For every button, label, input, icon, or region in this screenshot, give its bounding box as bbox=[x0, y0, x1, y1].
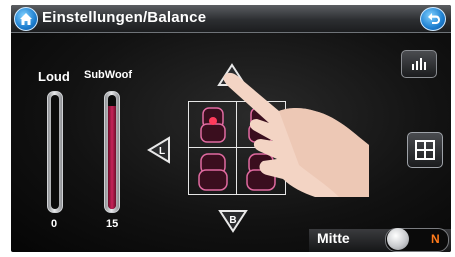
loud-slider-track bbox=[51, 95, 59, 209]
mode-toggle-value: N bbox=[431, 232, 440, 246]
subwoof-value: 15 bbox=[106, 218, 119, 230]
back-button[interactable] bbox=[420, 7, 446, 31]
balance-focus-dot bbox=[209, 117, 217, 125]
page-title: Einstellungen/Balance bbox=[42, 9, 207, 26]
equalizer-icon bbox=[412, 58, 426, 70]
subwoof-slider-track bbox=[108, 95, 116, 209]
back-arrow-icon bbox=[428, 13, 440, 24]
back-arrow-label: B bbox=[229, 215, 236, 226]
loud-label: Loud bbox=[38, 69, 70, 84]
loud-slider[interactable] bbox=[47, 91, 63, 213]
split-view-icon bbox=[415, 140, 435, 160]
mode-toggle-knob[interactable] bbox=[387, 228, 409, 250]
hand-illustration bbox=[223, 72, 369, 197]
home-icon bbox=[20, 13, 32, 25]
home-button[interactable] bbox=[14, 7, 38, 31]
subwoof-slider[interactable] bbox=[104, 91, 120, 213]
mode-label: Mitte bbox=[317, 230, 350, 246]
left-arrow-button[interactable]: L bbox=[147, 136, 171, 164]
equalizer-button[interactable] bbox=[401, 50, 437, 78]
balance-screen: Einstellungen/Balance Loud SubWoof 0 15 bbox=[11, 5, 451, 252]
subwoof-slider-fill bbox=[108, 106, 116, 209]
title-bar: Einstellungen/Balance bbox=[11, 5, 451, 33]
subwoof-label: SubWoof bbox=[84, 69, 133, 81]
back-arrow-button[interactable]: B bbox=[218, 209, 248, 233]
layout-button[interactable] bbox=[407, 132, 443, 168]
loud-value: 0 bbox=[51, 218, 58, 230]
left-arrow-label: L bbox=[159, 146, 165, 157]
